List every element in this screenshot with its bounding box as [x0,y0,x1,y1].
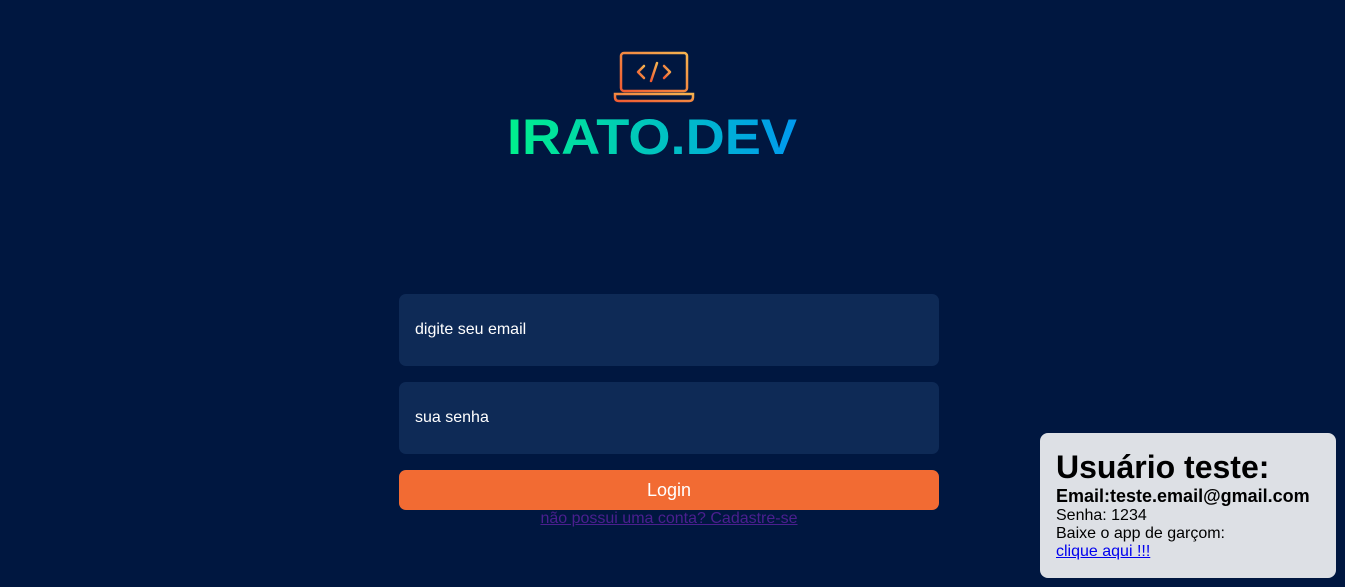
test-user-email: Email:teste.email@gmail.com [1056,486,1310,506]
brand-logo: IRATO.DEV [505,48,799,168]
register-link[interactable]: não possui uma conta? Cadastre-se [399,510,939,528]
test-user-password: Senha: 1234 [1056,507,1147,524]
login-form: Login não possui uma conta? Cadastre-se [399,294,939,528]
waiter-app-link[interactable]: clique aqui !!! [1056,543,1150,560]
email-input[interactable] [399,294,939,366]
login-page: IRATO.DEV Login não possui uma conta? Ca… [0,0,1345,587]
test-user-card: Usuário teste: Email:teste.email@gmail.c… [1040,433,1336,578]
brand-wordmark: IRATO.DEV [507,109,798,164]
test-user-title: Usuário teste: [1056,449,1270,485]
password-input[interactable] [399,382,939,454]
login-button[interactable]: Login [399,470,939,510]
laptop-code-icon [613,51,695,103]
waiter-app-text: Baixe o app de garçom: [1056,525,1225,542]
brand-name: IRATO.DEV [507,109,798,164]
